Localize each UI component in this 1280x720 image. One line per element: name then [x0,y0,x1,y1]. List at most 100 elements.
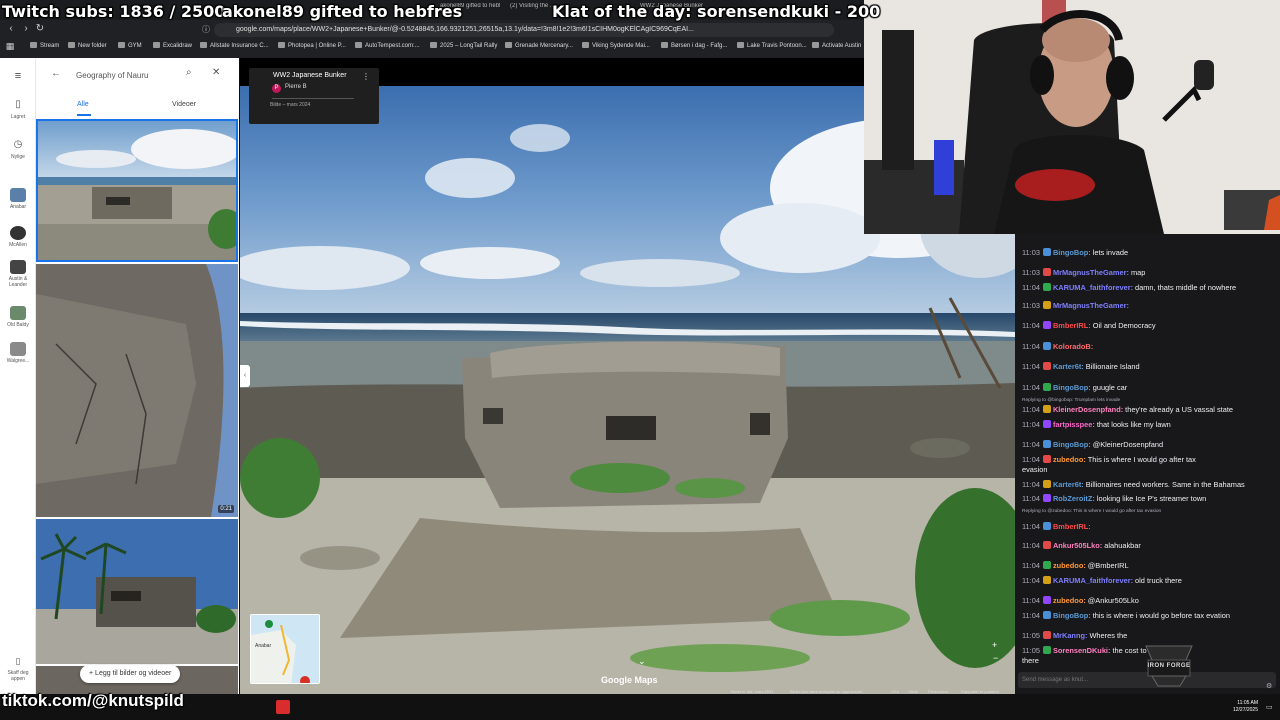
chat-timestamp: 11:04 [1022,440,1040,449]
bookmark-item[interactable]: Excalidraw [153,42,192,49]
site-info-icon[interactable]: ⓘ [200,24,212,36]
chat-message: 11:04 BmberIRL: [1022,522,1093,532]
chat-username[interactable]: zubedoo: [1053,596,1086,605]
chat-message: 11:04 RobZeroitZ: looking like Ice P's str… [1022,494,1206,504]
chat-badge-icon [1042,383,1051,391]
rail-item-place[interactable]: McAllen [0,226,36,248]
chat-username[interactable]: KleinerDosenpfand: [1053,405,1123,414]
photo-thumb[interactable] [36,119,238,262]
back-arrow-icon[interactable]: ← [51,68,61,79]
chat-message: 11:04 BmberIRL: Oil and Democracy [1022,321,1156,331]
bookmark-item[interactable]: Viking Sydende Mai... [582,42,650,49]
system-clock: 11:05 AM 12/27/2025 [1233,700,1258,714]
chat-message: 11:03 BingoBop: lets invade [1022,248,1128,258]
forward-icon[interactable]: › [20,23,32,35]
rail-item-place[interactable]: Anabar [0,188,36,210]
rail-item-app[interactable]: ▯ Skaff deg appen [0,654,36,682]
iron-logo-text: IRON FORGE [1147,663,1191,669]
chat-username[interactable]: BingoBop: [1053,611,1091,620]
video-thumb[interactable]: 0:21 [36,264,238,517]
chat-username[interactable]: Ankur505Lko: [1053,541,1102,550]
close-icon[interactable]: ✕ [212,67,220,78]
chat-username[interactable]: KARUMA_faithforever: [1053,576,1133,585]
notification-icon[interactable]: ▭ [1266,703,1273,711]
streamer-webcam [864,0,1280,234]
collapse-panel-icon[interactable]: ‹ [240,365,250,387]
apps-grid-icon[interactable]: ▦ [4,40,16,52]
chat-text: This is where I would go after tax [1087,455,1196,464]
chat-username[interactable]: BingoBop: [1053,383,1091,392]
chat-username[interactable]: Karter6t: [1053,362,1084,371]
search-icon[interactable]: ⌕ [186,67,192,78]
bookmark-item[interactable]: Photopea | Online P... [278,42,346,49]
chat-badge-icon [1042,596,1051,604]
bookmark-item[interactable]: Grenade Mercenary... [505,42,573,49]
tab-all[interactable]: Alle [77,101,89,108]
record-icon[interactable] [276,700,290,714]
gift-alert: akonel89 gifted to hebfres [222,2,463,21]
bookmark-item[interactable]: Børsen i dag - Fafg... [661,42,727,49]
chat-username[interactable]: MrMagnusTheGamer: [1053,301,1129,310]
webcam-feed [864,0,1280,234]
chat-message: 11:03 MrMagnusTheGamer: [1022,301,1131,311]
chat-username[interactable]: RobZeroitZ: [1053,494,1095,503]
chat-username[interactable]: MrMagnusTheGamer: [1053,268,1129,277]
chat-timestamp: 11:03 [1022,268,1040,277]
zoom-out-icon[interactable]: − [993,653,998,663]
chat-text: damn, thats middle of nowhere [1135,283,1237,292]
menu-icon[interactable]: ≡ [0,70,36,82]
bookmark-item[interactable]: Activate Austin [812,42,861,49]
bookmark-item[interactable]: 2025 – LongTail Rally [430,42,497,49]
chat-badge-icon [1042,646,1051,654]
chat-username[interactable]: SorensenDKuki: [1053,646,1111,655]
maps-rail: ≡ ▯ Lagret ◷ Nylige Anabar McAllen Austi… [0,58,36,694]
reload-icon[interactable]: ↻ [34,23,46,35]
chat-username[interactable]: Karter6t: [1053,480,1084,489]
add-photos-button[interactable]: + Legg til bilder og videoer [80,665,181,683]
chat-username[interactable]: fartpisspee: [1053,420,1095,429]
bookmark-item[interactable]: Lake Travis Pontoon... [737,42,807,49]
rail-item-place[interactable]: Austin & Leander [0,260,36,288]
bookmark-item[interactable]: GYM [118,42,142,49]
chevron-down-icon[interactable]: ⌄ [638,656,646,667]
chat-username[interactable]: BingoBop: [1053,248,1091,257]
place-title[interactable]: WW2 Japanese Bunker [273,72,347,79]
tab-videos[interactable]: Videoer [172,101,196,108]
chat-timestamp: 11:04 [1022,455,1040,464]
chat-message: 11:04 Karter6t: Billionaire Island [1022,362,1140,372]
palm-bunker-thumb [36,519,238,664]
chat-message: 11:04 fartpisspee: that looks like my lawn [1022,420,1171,430]
rail-item-place[interactable]: Old Baldy [0,306,36,328]
search-input[interactable]: Geography of Nauru [76,71,149,80]
bookmark-item[interactable]: Stream [30,42,59,49]
more-options-icon[interactable]: ⋮ [362,72,370,81]
chat-badge-icon [1042,576,1051,584]
chat-timestamp: 11:04 [1022,420,1040,429]
settings-icon[interactable]: ⚙ [1266,682,1272,690]
chat-username[interactable]: BmberIRL: [1053,321,1091,330]
photo-author[interactable]: Pierre B [285,84,307,90]
bookmark-item[interactable]: Allstate Insurance C... [200,42,269,49]
chat-username[interactable]: zubedoo: [1053,455,1086,464]
back-icon[interactable]: ‹ [5,23,17,35]
chat-badge-icon [1042,561,1051,569]
rail-item-recent[interactable]: ◷ Nylige [0,138,36,160]
chat-text: Billionaire Island [1085,362,1140,371]
chat-username[interactable]: KARUMA_faithforever: [1053,283,1133,292]
chat-text: that looks like my lawn [1096,420,1171,429]
chat-username[interactable]: BingoBop: [1053,440,1091,449]
photo-thumb[interactable] [36,519,238,664]
bookmark-item[interactable]: New folder [68,42,107,49]
chat-username[interactable]: BmberIRL: [1053,522,1091,531]
chat-username[interactable]: MrKanng: [1053,631,1088,640]
rail-item-place[interactable]: Walgree... [0,342,36,364]
rail-item-saved[interactable]: ▯ Lagret [0,98,36,120]
minimap[interactable]: Anabar [250,614,320,684]
bookmark-item[interactable]: AutoTempest.com:... [355,42,420,49]
chat-username[interactable]: KoloradoB: [1053,342,1093,351]
address-bar[interactable]: google.com/maps/place/WW2+Japanese+Bunke… [214,23,834,37]
chat-username[interactable]: zubedoo: [1053,561,1086,570]
zoom-in-icon[interactable]: + [992,640,997,650]
place-thumb [10,226,26,240]
chat-badge-icon [1042,248,1051,256]
